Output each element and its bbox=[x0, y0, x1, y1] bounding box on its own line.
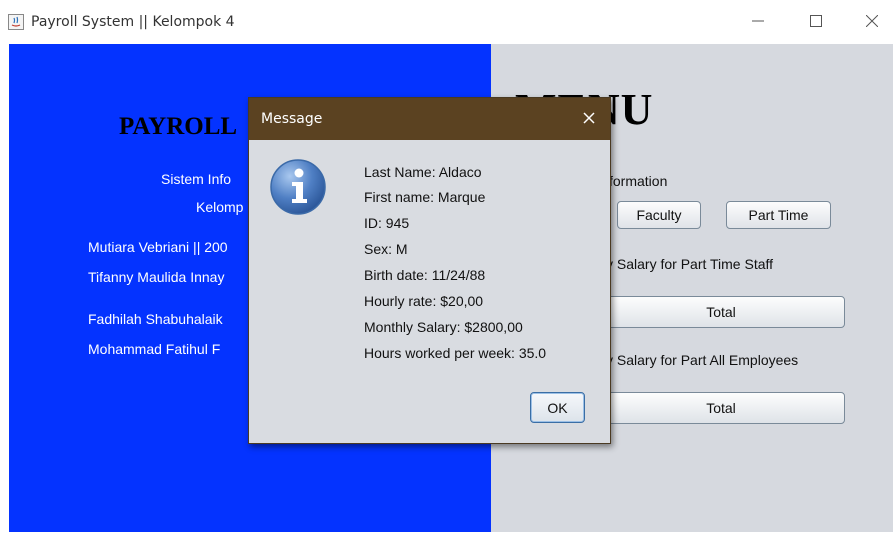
total-part-time-button[interactable]: Total bbox=[597, 296, 845, 328]
hourly-rate-line: Hourly rate: $20,00 bbox=[364, 293, 484, 309]
java-app-icon bbox=[8, 14, 24, 30]
message-dialog: Message Last Name: Aldaco First name: Ma… bbox=[248, 97, 611, 444]
dialog-title: Message bbox=[261, 111, 323, 127]
close-window-button[interactable] bbox=[856, 8, 888, 34]
window-title: Payroll System || Kelompok 4 bbox=[31, 14, 235, 30]
minimize-button[interactable] bbox=[742, 8, 774, 34]
part-time-button[interactable]: Part Time bbox=[726, 201, 831, 229]
member-name: Fadhilah Shabuhalaik bbox=[88, 311, 223, 327]
hours-worked-line: Hours worked per week: 35.0 bbox=[364, 345, 547, 361]
information-label: formation bbox=[609, 173, 668, 189]
window-titlebar: Payroll System || Kelompok 4 bbox=[0, 0, 893, 44]
dialog-titlebar: Message bbox=[249, 98, 610, 140]
total-all-employees-button[interactable]: Total bbox=[597, 392, 845, 424]
first-name-line: First name: Marque bbox=[364, 189, 486, 205]
info-icon bbox=[270, 159, 326, 215]
part-time-salary-label: y Salary for Part Time Staff bbox=[606, 256, 774, 272]
birth-date-line: Birth date: 11/24/88 bbox=[364, 267, 486, 283]
maximize-button[interactable] bbox=[800, 8, 832, 34]
close-icon[interactable] bbox=[579, 108, 599, 128]
faculty-button[interactable]: Faculty bbox=[617, 201, 701, 229]
member-name: Mohammad Fatihul F bbox=[88, 341, 221, 357]
all-employees-salary-label: y Salary for Part All Employees bbox=[606, 352, 799, 368]
id-line: ID: 945 bbox=[364, 215, 410, 231]
minimize-icon bbox=[752, 20, 764, 22]
last-name-line: Last Name: Aldaco bbox=[364, 164, 482, 180]
member-name: Tifanny Maulida Innay bbox=[88, 269, 225, 285]
payroll-heading: PAYROLL bbox=[119, 113, 238, 140]
member-name: Mutiara Vebriani || 200 bbox=[88, 239, 228, 255]
sex-line: Sex: M bbox=[364, 241, 408, 257]
group-subtitle: Kelomp bbox=[196, 199, 244, 215]
monthly-salary-line: Monthly Salary: $2800,00 bbox=[364, 319, 523, 335]
maximize-icon bbox=[810, 15, 822, 27]
ok-button[interactable]: OK bbox=[530, 392, 585, 423]
close-icon bbox=[866, 15, 878, 27]
system-info-subtitle: Sistem Info bbox=[161, 171, 232, 187]
